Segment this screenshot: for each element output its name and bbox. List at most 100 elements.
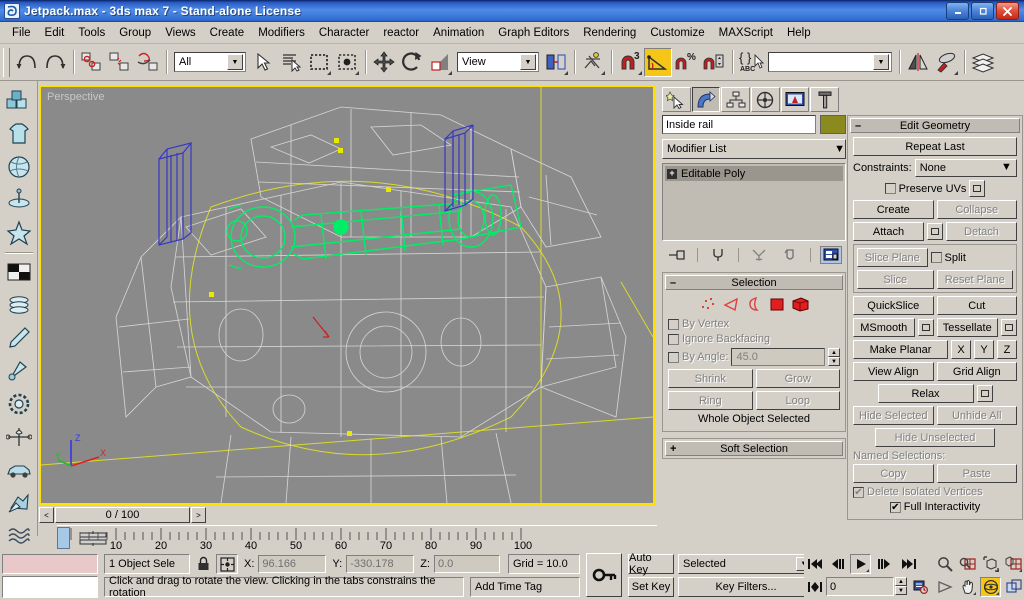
next-frame-icon[interactable]	[873, 554, 894, 574]
select-object-arrow-icon[interactable]	[249, 48, 277, 77]
go-to-end-icon[interactable]	[898, 554, 919, 574]
use-pivot-point-center-icon[interactable]	[542, 48, 570, 77]
collapse-button[interactable]: Collapse	[937, 200, 1018, 219]
coils-icon[interactable]	[2, 289, 36, 321]
key-mode-toggle-icon-2[interactable]	[804, 577, 825, 597]
create-button[interactable]: Create	[853, 200, 934, 219]
shrink-button[interactable]: Shrink	[668, 369, 753, 388]
vertex-sub-object-icon[interactable]	[699, 296, 717, 312]
constraints-combo[interactable]: None ▼	[915, 159, 1017, 177]
object-name-field[interactable]: Inside rail	[662, 115, 816, 134]
loop-button[interactable]: Loop	[756, 391, 841, 410]
star-icon[interactable]	[2, 217, 36, 249]
go-to-start-icon[interactable]	[804, 554, 825, 574]
sphere-icon[interactable]	[2, 151, 36, 183]
min-max-toggle-icon[interactable]	[1003, 577, 1024, 597]
edge-sub-object-icon[interactable]	[722, 296, 740, 312]
polygon-sub-object-icon[interactable]	[768, 296, 786, 312]
z-coordinate-field[interactable]: 0.0	[434, 555, 500, 573]
msmooth-settings-button[interactable]	[918, 319, 934, 336]
zoom-extents-all-icon[interactable]	[1003, 554, 1024, 574]
show-end-result-icon[interactable]	[707, 246, 729, 264]
menu-rendering[interactable]: Rendering	[576, 25, 643, 41]
named-selection-combo[interactable]: ▼	[768, 52, 892, 72]
border-sub-object-icon[interactable]	[745, 296, 763, 312]
selection-filter-combo[interactable]: All ▼	[174, 52, 246, 72]
materials-checker-icon[interactable]	[2, 256, 36, 288]
align-icon[interactable]	[579, 48, 607, 77]
pan-view-icon[interactable]	[957, 577, 978, 597]
current-frame-display[interactable]: 0 / 100	[55, 507, 190, 523]
selection-lock-icon[interactable]	[192, 554, 214, 574]
play-animation-icon[interactable]	[850, 554, 871, 574]
quickslice-button[interactable]: QuickSlice	[853, 296, 934, 315]
next-frame-arrow[interactable]: >	[191, 507, 206, 523]
object-color-swatch[interactable]	[820, 115, 846, 134]
paste-button[interactable]: Paste	[937, 464, 1018, 483]
slice-plane-button[interactable]: Slice Plane	[857, 248, 928, 267]
menu-maxscript[interactable]: MAXScript	[712, 25, 780, 41]
make-planar-y-button[interactable]: Y	[974, 340, 994, 359]
angle-snap-toggle-icon[interactable]	[644, 48, 672, 77]
utilities-tab[interactable]	[810, 87, 839, 112]
chevron-down-icon-6[interactable]: ▼	[1001, 161, 1015, 175]
element-sub-object-icon[interactable]	[791, 296, 809, 312]
frame-spinner[interactable]: ▲▼	[895, 577, 907, 595]
auto-key-button[interactable]: Auto Key	[628, 554, 674, 574]
chevron-down-icon[interactable]: ▼	[227, 54, 243, 70]
helpers-icon[interactable]	[2, 184, 36, 216]
field-of-view-icon[interactable]	[934, 577, 955, 597]
pin-stack-icon[interactable]	[666, 246, 688, 264]
grow-button[interactable]: Grow	[756, 369, 841, 388]
ignore-backfacing-checkbox[interactable]	[668, 334, 679, 345]
split-checkbox[interactable]	[931, 252, 942, 263]
gear-icon[interactable]	[2, 388, 36, 420]
make-planar-button[interactable]: Make Planar	[853, 340, 948, 359]
car-icon[interactable]	[2, 454, 36, 486]
make-planar-z-button[interactable]: Z	[997, 340, 1017, 359]
select-and-link-icon[interactable]	[78, 48, 106, 77]
modifier-list-combo[interactable]: Modifier List ▼	[662, 139, 846, 159]
tessellate-settings-button[interactable]	[1001, 319, 1017, 336]
x-coordinate-field[interactable]: 96.166	[258, 555, 326, 573]
by-vertex-checkbox[interactable]	[668, 319, 679, 330]
cut-button[interactable]: Cut	[937, 296, 1018, 315]
menu-group[interactable]: Group	[112, 25, 158, 41]
hierarchy-tab[interactable]	[721, 87, 750, 112]
reference-coordinate-system-combo[interactable]: View ▼	[457, 52, 539, 72]
window-crossing-icon[interactable]	[333, 48, 361, 77]
select-and-uniform-scale-icon[interactable]	[426, 48, 454, 77]
render-scene-dialog-icon[interactable]	[969, 48, 997, 77]
snaps-toggle-3-icon[interactable]: 3	[616, 48, 644, 77]
zoom-extents-icon[interactable]	[980, 554, 1001, 574]
menu-file[interactable]: File	[5, 25, 38, 41]
unlink-selection-icon[interactable]	[106, 48, 134, 77]
maximize-button[interactable]	[971, 2, 994, 20]
delete-isolated-vertices-checkbox[interactable]: ✔	[853, 487, 864, 498]
chevron-down-icon-3[interactable]: ▼	[873, 54, 889, 70]
modify-tab[interactable]	[692, 87, 721, 112]
tessellate-button[interactable]: Tessellate	[937, 318, 999, 337]
menu-customize[interactable]: Customize	[643, 25, 711, 41]
view-align-button[interactable]: View Align	[853, 362, 934, 381]
zoom-icon[interactable]	[934, 554, 955, 574]
zoom-all-icon[interactable]	[957, 554, 978, 574]
make-unique-icon[interactable]	[748, 246, 770, 264]
select-and-move-icon[interactable]	[370, 48, 398, 77]
relax-settings-button[interactable]	[977, 385, 993, 402]
by-angle-spinner[interactable]: ▲▼	[828, 348, 840, 366]
remove-modifier-icon[interactable]	[779, 246, 801, 264]
menu-reactor[interactable]: reactor	[376, 25, 426, 41]
menu-edit[interactable]: Edit	[38, 25, 72, 41]
modifier-stack[interactable]: + Editable Poly	[662, 163, 846, 241]
menu-modifiers[interactable]: Modifiers	[251, 25, 312, 41]
waves-icon[interactable]	[2, 520, 36, 552]
full-interactivity-checkbox[interactable]: ✔	[890, 502, 901, 513]
menu-character[interactable]: Character	[312, 25, 377, 41]
brush-icon[interactable]	[2, 322, 36, 354]
y-coordinate-field[interactable]: -330.178	[346, 555, 414, 573]
material-editor-icon[interactable]	[932, 48, 960, 77]
unhide-all-button[interactable]: Unhide All	[937, 406, 1018, 425]
create-tab[interactable]	[662, 87, 691, 112]
spinner-snap-toggle-icon[interactable]	[700, 48, 728, 77]
